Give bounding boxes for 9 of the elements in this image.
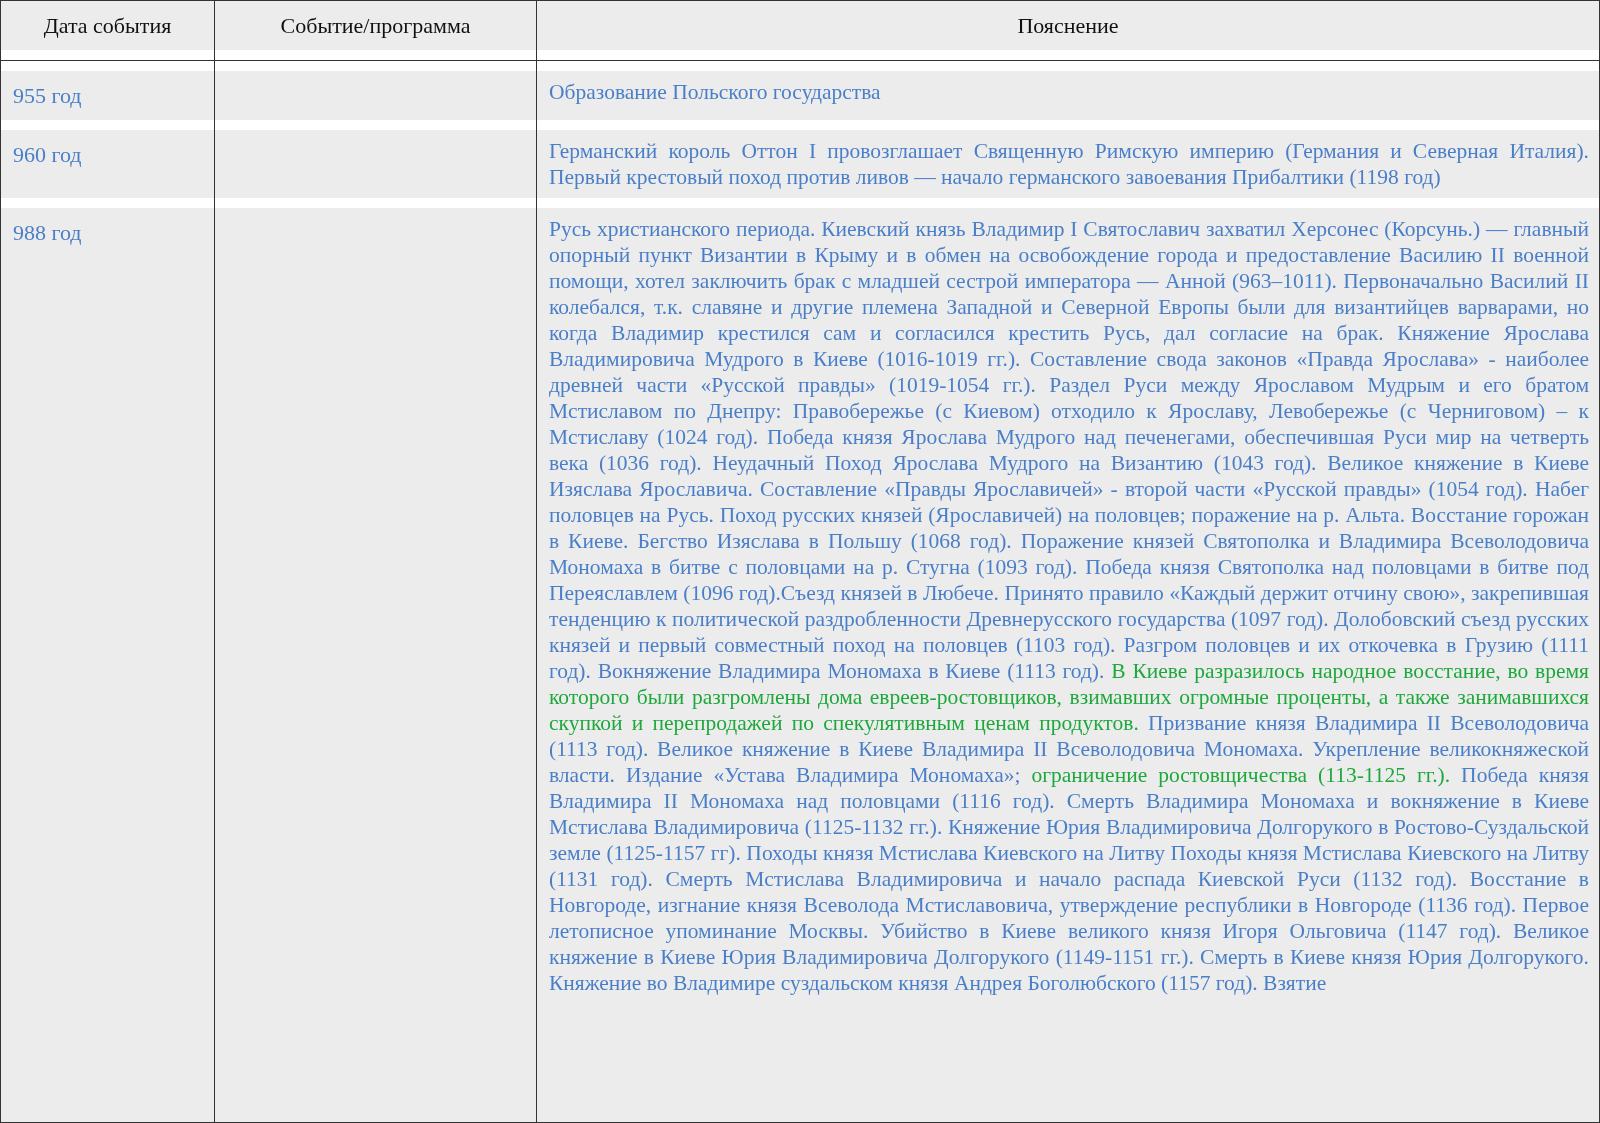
event-date: 955 год bbox=[13, 83, 82, 108]
event-date: 988 год bbox=[13, 220, 82, 245]
column-header: Пояснение bbox=[537, 1, 1599, 50]
explanation-text: Германский король Оттон I провозглашает Священную Римскую империю (Германия и Северная Италия). Первый крестовый поход против ливов — начало германского завоевания Прибалтики (1198 год) bbox=[549, 138, 1589, 190]
column-header: Дата события bbox=[1, 1, 214, 50]
explanation-text: Образование Польского государства bbox=[549, 79, 882, 105]
event-date: 960 год bbox=[13, 142, 82, 167]
column-header: Событие/программа bbox=[215, 1, 536, 50]
explanation-text: Русь христианского периода. Киевский князь Владимир I Святославич захватил Херсонес (Корсунь.) — главный опорный пункт Византии в Крыму и в обмен на освобождение города и предоставление Василию II военной помощи, хотел заключить брак с младшей сестрой императора — Анной (963–1011). Первоначально Василий II колебался, т.к. славяне и другие племена Западной и Северной Европы были для византийцев варварами, но когда Владимир крестился сам и согласился крестить Русь, дал согласие на брак. Княжение Ярослава Владимировича Мудрого в Киеве (1016-1019 гг.). Составление свода законов «Правда Ярослава» - наиболее древней части «Русской правды» (1019-1054 гг.). Раздел Руси между Ярославом Мудрым и его братом Мстиславом по Днепру: Правобережье (с Киевом) отходило к Ярославу, Левобережье (с Черниговом) – к Мстиславу (1024 год). Победа князя Ярослава Мудрого над печенегами, обеспечившая Руси мир на четверть века (1036 год). Неудачный Поход Ярослава Мудрого на Византию (1043 год). Великое княжение в Киеве Изяслава Ярославича. Составление «Правды Ярославичей» - второй части «Русской правды» (1054 год). Набег половцев на Русь. Поход русских князей (Ярославичей) на половцев; поражение на р. Альта. Восстание горожан в Киеве. Бегство Изяслава в Польшу (1068 год). Поражение князей Святополка и Владимира Всеволодовича Мономаха в битве с половцами на р. Стугна (1093 год). Победа князя Святополка над половцами в битве под Переяславлем (1096 год).Съезд князей в Любече. Принято правило «Каждый держит отчину свою», закрепившая тенденцию к политической раздробленности Древнерусского государства (1097 год). Долобовский съезд русских князей и первый совместный поход на половцев (1103 год). Разгром половцев и их откочевка в Грузию (1111 год). Вокняжение Владимира Мономаха в Киеве (1113 год). В Киеве разразилось народное восстание, во время которого были разгромлены дома евреев-ростовщиков, взимавших огромные проценты, а также занимавшихся скупкой и перепродажей по спекулятивным ценам продуктов. Призвание князя Владимира II Всеволодовича (1113 год). Великое княжение в Киеве Владимира II Всеволодовича Мономаха. Укрепление великокняжеской власти. Издание «Устава Владимира Мономаха»; ограничение ростовщичества (113-1125 гг.). Победа князя Владимира II Мономаха над половцами (1116 год). Смерть Владимира Мономаха и вокняжение в Киеве Мстислава Владимировича (1125-1132 гг.). Княжение Юрия Владимировича Долгорукого в Ростово-Суздальской земле (1125-1157 гг). Походы князя Мстислава Киевского на Литву Походы князя Мстислава Киевского на Литву (1131 год). Смерть Мстислава Владимировича и начало распада Киевской Руси (1132 год). Восстание в Новгороде, изгнание князя Всеволода Мстиславовича, утверждение республики в Новгороде (1136 год). Первое летописное упоминание Москвы. Убийство в Киеве великого князя Игоря Ольговича (1147 год). Великое княжение в Киеве Юрия Владимировича Долгорукого (1149-1151 гг.). Смерть в Киеве князя Юрия Долгорукого. Княжение во Владимире суздальском князя Андрея Боголюбского (1157 год). Взятие bbox=[549, 216, 1589, 996]
